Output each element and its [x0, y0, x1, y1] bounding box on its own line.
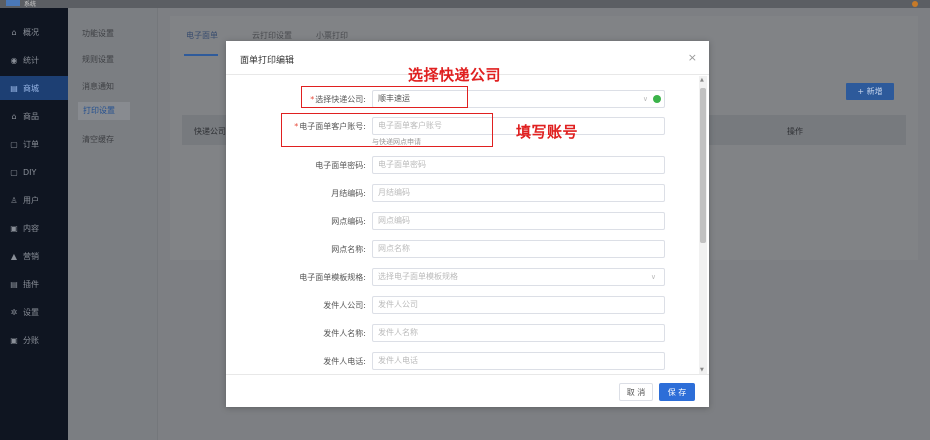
- branch-name-input[interactable]: 网点名称: [372, 240, 665, 258]
- content-icon: ▣: [10, 223, 18, 233]
- form-row-monthly-code: 月结编码: 月结编码: [226, 184, 696, 202]
- sidebar-item-users[interactable]: ♙ 用户: [0, 188, 68, 212]
- submenu-item-function[interactable]: 功能设置: [82, 28, 114, 39]
- top-bar: 系统: [0, 0, 930, 8]
- dialog-footer: 取 消 保 存: [226, 374, 709, 407]
- sidebar-item-label: 营销: [23, 251, 39, 261]
- sidebar-item-label: 订单: [23, 139, 39, 149]
- chevron-down-icon: ∨: [650, 273, 656, 281]
- scroll-up-icon[interactable]: ▲: [700, 77, 704, 83]
- monthly-code-input[interactable]: 月结编码: [372, 184, 665, 202]
- annotation-select-company: 选择快递公司: [408, 66, 502, 84]
- submenu-item-clear-cache[interactable]: 清空缓存: [82, 134, 114, 145]
- sidebar-item-label: 商品: [23, 111, 39, 121]
- template-spec-placeholder: 选择电子面单模板规格: [378, 272, 458, 281]
- field-label: 网点编码:: [331, 217, 366, 226]
- branch-code-input[interactable]: 网点编码: [372, 212, 665, 230]
- diy-icon: ▢: [10, 167, 18, 177]
- dialog-scrollbar[interactable]: ▲ ▼: [699, 76, 707, 374]
- user-icon: ♙: [10, 195, 18, 205]
- split-icon: ▣: [10, 335, 18, 345]
- stats-icon: ◉: [10, 55, 18, 65]
- plugin-icon: ▤: [10, 279, 18, 289]
- sender-phone-input[interactable]: 发件人电话: [372, 352, 665, 370]
- check-icon: [653, 95, 661, 103]
- tab-cloud-print[interactable]: 云打印设置: [252, 30, 292, 41]
- sidebar-item-overview[interactable]: ⌂ 概况: [0, 20, 68, 44]
- marketing-icon: ▲: [10, 251, 18, 261]
- scroll-down-icon[interactable]: ▼: [700, 367, 704, 373]
- field-label: 网点名称:: [331, 245, 366, 254]
- sidebar-item-diy[interactable]: ▢ DIY: [0, 160, 68, 184]
- tab-waybill[interactable]: 电子面单: [186, 30, 218, 41]
- cancel-button[interactable]: 取 消: [619, 383, 653, 401]
- sidebar-item-label: 设置: [23, 307, 39, 317]
- mall-icon: ▤: [10, 83, 18, 93]
- sidebar-item-label: 概况: [23, 27, 39, 37]
- form-row-branch-code: 网点编码: 网点编码: [226, 212, 696, 230]
- form-row-branch-name: 网点名称: 网点名称: [226, 240, 696, 258]
- sidebar-item-stats[interactable]: ◉ 统计: [0, 48, 68, 72]
- sidebar-item-content[interactable]: ▣ 内容: [0, 216, 68, 240]
- field-label: 月结编码:: [331, 189, 366, 198]
- form-row-sender-phone: 发件人电话: 发件人电话: [226, 352, 696, 370]
- field-label: 发件人公司:: [323, 301, 366, 310]
- chevron-down-icon: ∨: [642, 95, 648, 103]
- sidebar: ⌂ 概况 ◉ 统计 ▤ 商城 ⌂ 商品 ▢ 订单 ▢ DIY ♙ 用户 ▣ 内容 ▲ 营销 ▤ 插件…: [0, 8, 68, 440]
- submenu-item-notify[interactable]: 消息通知: [82, 81, 114, 92]
- active-tab-indicator: [184, 54, 218, 56]
- logo-text: 系统: [24, 1, 37, 8]
- sub-menu: 功能设置 规则设置 消息通知 打印设置 清空缓存: [68, 8, 158, 440]
- sidebar-item-label: 内容: [23, 223, 39, 233]
- form-row-password: 电子面单密码: 电子面单密码: [226, 156, 696, 174]
- product-icon: ⌂: [11, 111, 17, 121]
- field-label: 发件人电话:: [323, 357, 366, 366]
- close-icon[interactable]: ×: [688, 51, 697, 64]
- sidebar-item-settings[interactable]: ✲ 设置: [0, 300, 68, 324]
- gear-icon: ✲: [10, 307, 18, 317]
- sidebar-item-label: 插件: [23, 279, 39, 289]
- sidebar-item-label: 用户: [23, 195, 39, 205]
- notification-icon[interactable]: [912, 1, 918, 7]
- sidebar-item-mall[interactable]: ▤ 商城: [0, 76, 68, 100]
- dialog-title: 面单打印编辑: [240, 56, 295, 66]
- home-icon: ⌂: [11, 27, 17, 37]
- tab-receipt-print[interactable]: 小票打印: [316, 30, 348, 41]
- waybill-password-input[interactable]: 电子面单密码: [372, 156, 665, 174]
- column-express-company: 快递公司: [194, 127, 226, 136]
- add-button[interactable]: + 新增: [846, 83, 894, 100]
- template-spec-select[interactable]: 选择电子面单模板规格 ∨: [372, 268, 665, 286]
- save-button[interactable]: 保 存: [659, 383, 695, 401]
- field-label: 电子面单密码:: [315, 161, 366, 170]
- sidebar-item-label: DIY: [23, 167, 37, 177]
- sidebar-item-split[interactable]: ▣ 分账: [0, 328, 68, 352]
- field-label: 发件人名称:: [323, 329, 366, 338]
- scrollbar-thumb[interactable]: [700, 88, 706, 243]
- order-icon: ▢: [10, 139, 18, 149]
- sidebar-item-plugins[interactable]: ▤ 插件: [0, 272, 68, 296]
- logo: [6, 0, 20, 6]
- sidebar-item-label: 统计: [23, 55, 39, 65]
- sidebar-item-orders[interactable]: ▢ 订单: [0, 132, 68, 156]
- form-row-sender-company: 发件人公司: 发件人公司: [226, 296, 696, 314]
- sidebar-item-label: 分账: [23, 335, 39, 345]
- submenu-item-print[interactable]: 打印设置: [78, 102, 130, 120]
- annotation-box-company: [301, 86, 468, 108]
- sender-name-input[interactable]: 发件人名称: [372, 324, 665, 342]
- sidebar-item-marketing[interactable]: ▲ 营销: [0, 244, 68, 268]
- sender-company-input[interactable]: 发件人公司: [372, 296, 665, 314]
- annotation-fill-account: 填写账号: [516, 123, 579, 141]
- form-row-sender-name: 发件人名称: 发件人名称: [226, 324, 696, 342]
- annotation-box-account: [281, 113, 493, 147]
- column-actions: 操作: [787, 127, 803, 136]
- form-row-template: 电子面单模板规格: 选择电子面单模板规格 ∨: [226, 268, 696, 286]
- submenu-item-rules[interactable]: 规则设置: [82, 54, 114, 65]
- sidebar-item-products[interactable]: ⌂ 商品: [0, 104, 68, 128]
- field-label: 电子面单模板规格:: [299, 273, 366, 282]
- sidebar-item-label: 商城: [23, 83, 39, 93]
